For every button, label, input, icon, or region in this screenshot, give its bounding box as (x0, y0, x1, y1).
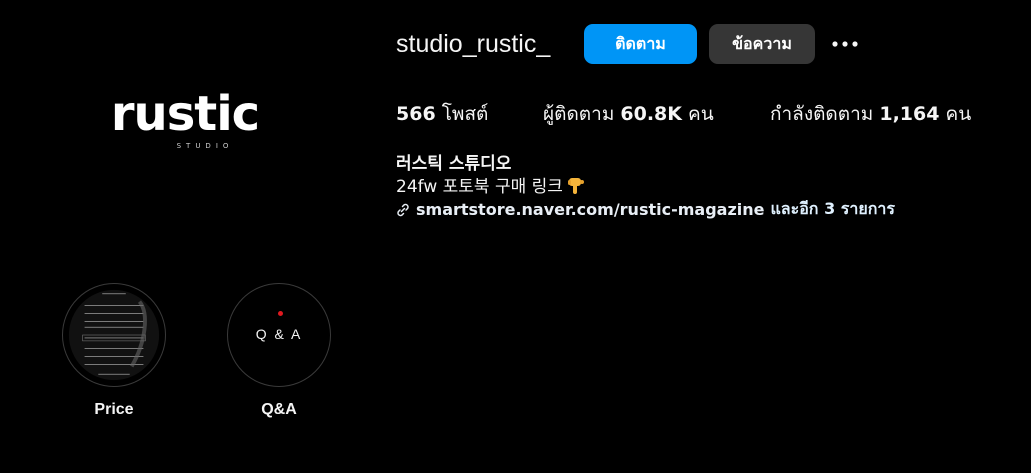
price-list-cover-image (68, 289, 160, 381)
profile-username: studio_rustic_ (396, 30, 551, 58)
posts-label: โพสต์ (441, 103, 489, 125)
pointing-down-hand-icon (567, 177, 584, 194)
highlight-price[interactable]: Price (60, 283, 168, 419)
qa-cover-image: Q & A (228, 284, 330, 386)
more-options-button[interactable] (830, 30, 860, 58)
posts-count: 566 โพสต์ (396, 99, 488, 129)
qa-cover-text: Q & A (255, 326, 303, 342)
bio-link-url[interactable]: smartstore.naver.com/rustic-magazine (416, 200, 764, 219)
followers-value: 60.8K (620, 103, 682, 125)
message-button[interactable]: ข้อความ (709, 24, 815, 64)
red-dot-icon (278, 311, 283, 316)
logo-wordmark: rustic (110, 86, 260, 142)
following-count[interactable]: กำลังติดตาม 1,164 คน (770, 99, 971, 129)
follow-button[interactable]: ติดตาม (584, 24, 697, 64)
posts-value: 566 (396, 103, 436, 125)
highlight-qa-label: Q&A (261, 401, 297, 418)
following-unit: คน (945, 103, 972, 125)
bio-link-more[interactable]: และอีก 3 รายการ (770, 197, 895, 222)
profile-avatar[interactable]: rustic STUDIO (60, 60, 310, 180)
bio-text-content: 24fw 포토북 구매 링크 (396, 177, 563, 197)
followers-label: ผู้ติดตาม (543, 103, 615, 125)
highlight-qa[interactable]: Q & A Q&A (225, 283, 333, 419)
bio-text: 24fw 포토북 구매 링크 (396, 172, 587, 197)
link-icon (397, 203, 409, 216)
highlight-qa-cover[interactable]: Q & A (227, 283, 331, 387)
following-value: 1,164 (879, 103, 940, 125)
highlight-price-label: Price (94, 401, 134, 418)
bio-name: 러스틱 스튜디오 (396, 154, 512, 174)
followers-count[interactable]: ผู้ติดตาม 60.8K คน (543, 99, 714, 129)
followers-unit: คน (688, 103, 714, 125)
logo-subtitle: STUDIO (176, 142, 234, 150)
more-horizontal-icon (832, 41, 858, 47)
highlight-price-cover[interactable] (62, 283, 166, 387)
bio-link[interactable]: smartstore.naver.com/rustic-magazine และ… (396, 197, 895, 222)
following-label: กำลังติดตาม (770, 103, 874, 125)
